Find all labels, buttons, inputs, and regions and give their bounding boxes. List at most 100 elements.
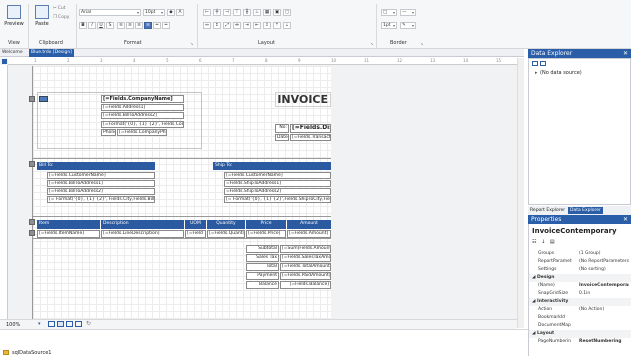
bill-to-address2-field[interactable]: [=Fields.BillToAddress2] — [101, 112, 184, 119]
snap-lines-button[interactable] — [66, 321, 73, 327]
table-cell-uom[interactable]: [=Field — [185, 230, 206, 238]
property-row[interactable]: ReportParamet (No ReportParameters — [529, 258, 631, 266]
font-name-select[interactable]: Arial — [79, 9, 141, 16]
table-cell-item[interactable]: [=Fields.ItemName] — [37, 230, 100, 238]
zoom-dropdown-icon[interactable]: ▾ — [38, 321, 41, 327]
property-value[interactable]: InvoiceContemporary — [579, 282, 629, 290]
payment-label[interactable]: Payment — [246, 272, 279, 280]
make-same-height-button[interactable]: ↕ — [213, 22, 221, 29]
property-category[interactable]: ◢ Interactivity — [529, 298, 631, 306]
align-bottoms-button[interactable]: ⊥ — [253, 9, 261, 16]
tab-data-explorer[interactable]: Data Explorer — [568, 207, 603, 214]
add-data-source-icon[interactable] — [532, 61, 538, 66]
band-handle-detail[interactable] — [29, 230, 35, 236]
border-style-select[interactable]: □ — [381, 9, 397, 16]
property-row[interactable]: Action (No Action) — [529, 306, 631, 314]
property-row[interactable]: BookmarkId — [529, 314, 631, 322]
property-row[interactable]: DocumentMap — [529, 322, 631, 330]
ship-to-header[interactable]: Ship To: — [213, 162, 331, 170]
bill-to-format-field[interactable]: [= Format('{0}, {1} {2}', Fields.City,Fi… — [47, 196, 155, 203]
make-same-width-button[interactable]: ↔ — [203, 22, 211, 29]
underline-button[interactable]: U — [97, 22, 105, 29]
refresh-icon[interactable]: ↻ — [86, 320, 91, 327]
border-width-select[interactable]: 1pt — [381, 22, 397, 29]
align-tops-button[interactable]: ⊤ — [233, 9, 241, 16]
zoom-level[interactable]: 100% — [6, 322, 20, 328]
balance-field[interactable]: [=Fields.Balance] — [280, 281, 331, 289]
invoice-date-label[interactable]: Date: — [275, 134, 289, 141]
watermark-button[interactable] — [75, 321, 82, 327]
bill-to-address1-field[interactable]: [=Fields.BillToAddress1] — [47, 180, 155, 187]
logo-image[interactable] — [39, 96, 48, 102]
phone-label[interactable]: Phone: — [101, 129, 116, 136]
border-color-select[interactable]: ✎ — [400, 22, 416, 29]
valign-top-button[interactable]: ═ — [153, 22, 161, 29]
format-dialog-launcher[interactable]: ↘ — [190, 41, 193, 46]
phone-field[interactable]: [=Fields.CompanyPhone] — [117, 129, 167, 136]
table-header-uom[interactable]: UOM — [185, 220, 206, 229]
border-dialog-launcher[interactable]: ↘ — [420, 41, 423, 46]
property-value[interactable]: (No sorting) — [579, 266, 629, 274]
company-name-field[interactable]: [=Fields.CompanyName] — [101, 95, 184, 103]
preview-button[interactable]: Preview — [3, 4, 25, 36]
invoice-date-field[interactable]: [=Fields.Transact — [290, 134, 331, 141]
invoice-no-field[interactable]: [=Fields.Displ — [290, 124, 331, 133]
property-row[interactable]: SnapGridSize 0.1in — [529, 290, 631, 298]
hspace-decrease-button[interactable]: ⇤ — [253, 22, 261, 29]
italic-button[interactable]: I — [88, 22, 96, 29]
band-handle-table-header[interactable] — [29, 219, 35, 225]
align-middles-button[interactable]: ╫ — [243, 9, 251, 16]
grid-view-button[interactable] — [48, 321, 55, 327]
make-same-size-button[interactable]: ⤢ — [223, 22, 231, 29]
copy-button[interactable]: ❐ Copy — [53, 14, 69, 21]
property-row[interactable]: (Name) InvoiceContemporary — [529, 282, 631, 290]
total-label[interactable]: Total — [246, 263, 279, 271]
edit-data-source-icon[interactable] — [540, 61, 546, 66]
sales-tax-label[interactable]: Sales Tax — [246, 254, 279, 262]
property-row[interactable]: PageNumberin ResetNumbering — [529, 338, 631, 346]
payment-field[interactable]: [=Fields.PaidAmount] — [280, 272, 331, 280]
tree-expander-icon[interactable]: ▸ — [535, 70, 538, 76]
align-right-button[interactable]: ≡ — [135, 22, 143, 29]
property-row[interactable]: Settings (No sorting) — [529, 266, 631, 274]
tab-welcome[interactable]: Welcome — [0, 49, 25, 57]
property-value[interactable]: 0.1in — [579, 290, 629, 298]
hspace-equal-button[interactable]: ⇹ — [233, 22, 241, 29]
border-line-select[interactable]: — — [400, 9, 416, 16]
property-value[interactable]: ResetNumbering — [579, 338, 629, 346]
subtotal-field[interactable]: [=Sum(Fields.Amount — [280, 245, 331, 253]
select-report-button[interactable] — [2, 59, 7, 64]
align-rights-button[interactable]: ⊣ — [223, 9, 231, 16]
snap-grid-button[interactable] — [57, 321, 64, 327]
property-value[interactable]: (No ReportParameters — [579, 258, 629, 266]
close-icon[interactable]: ✕ — [623, 49, 628, 58]
property-pages-icon[interactable]: ▤ — [550, 239, 555, 245]
invoice-no-label[interactable]: No: — [275, 124, 289, 133]
bill-to-customer-field[interactable]: [=Fields.CustomerName] — [47, 172, 155, 179]
bold-button[interactable]: B — [79, 22, 87, 29]
property-category[interactable]: ◢ Layout — [529, 330, 631, 338]
band-handle-group-header[interactable] — [29, 161, 35, 167]
align-center-button[interactable]: ≡ — [126, 22, 134, 29]
table-cell-quantity[interactable]: [=Fields.Quantity — [207, 230, 245, 238]
table-header-price[interactable]: Price — [246, 220, 286, 229]
band-handle-page-header[interactable] — [29, 96, 35, 102]
fill-color-button[interactable]: ◆ — [167, 9, 175, 16]
paste-button[interactable]: Paste — [31, 4, 53, 36]
vspace-increase-button[interactable]: ⇡ — [273, 22, 281, 29]
balance-label[interactable]: Balance — [246, 281, 279, 289]
table-header-description[interactable]: Description — [101, 220, 184, 229]
tab-blue-design[interactable]: Blue.trdx [Design] — [29, 49, 74, 57]
table-header-amount[interactable]: Amount — [287, 220, 331, 229]
designer-vertical-scrollbar[interactable] — [517, 58, 524, 328]
table-header-item[interactable]: Item — [37, 220, 100, 229]
align-centers-button[interactable]: ╪ — [213, 9, 221, 16]
table-header-quantity[interactable]: Quantity — [207, 220, 245, 229]
table-cell-amount[interactable]: [=Fields.Amount] — [287, 230, 331, 238]
font-color-button[interactable]: A — [176, 9, 184, 16]
cut-button[interactable]: ✂ Cut — [53, 5, 66, 12]
size-to-grid-button[interactable]: ▦ — [263, 9, 271, 16]
valign-bottom-button[interactable]: ═ — [162, 22, 170, 29]
tab-report-explorer[interactable]: Report Explorer — [530, 207, 565, 214]
ship-to-customer-field[interactable]: [=Fields.CustomerName] — [224, 172, 331, 179]
